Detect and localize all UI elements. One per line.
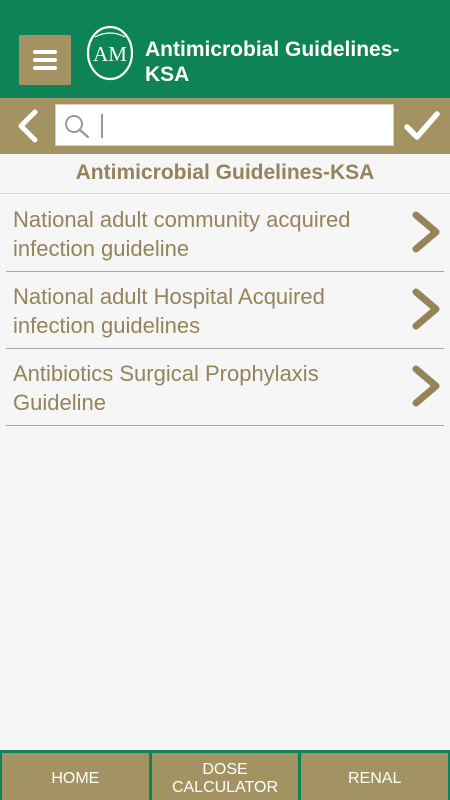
app-logo: AM — [86, 25, 134, 81]
back-button[interactable] — [10, 106, 46, 146]
section-title: Antimicrobial Guidelines-KSA — [0, 154, 450, 194]
hamburger-menu-icon — [33, 50, 57, 70]
confirm-button[interactable] — [402, 108, 442, 144]
app-header: AM Antimicrobial Guidelines-KSA — [0, 0, 450, 98]
logo-text: AM — [93, 42, 127, 66]
checkmark-icon — [404, 111, 440, 140]
list-item-label: National adult community acquired infect… — [13, 207, 351, 261]
chevron-left-icon — [18, 109, 38, 143]
home-button[interactable]: HOME — [2, 753, 149, 800]
list-item-label: National adult Hospital Acquired infecti… — [13, 284, 325, 338]
text-cursor — [101, 114, 103, 138]
menu-button[interactable] — [19, 35, 71, 85]
renal-button-label: RENAL — [347, 769, 402, 787]
list-item[interactable]: Antibiotics Surgical Prophylaxis Guideli… — [6, 349, 444, 426]
dose-calculator-button[interactable]: DOSE CALCULATOR — [151, 753, 299, 800]
search-box[interactable] — [55, 104, 394, 146]
list-item[interactable]: National adult Hospital Acquired infecti… — [6, 272, 444, 349]
search-icon — [65, 115, 90, 139]
chevron-right-icon — [412, 365, 440, 407]
renal-button[interactable]: RENAL — [301, 753, 449, 800]
list-item-label: Antibiotics Surgical Prophylaxis Guideli… — [13, 361, 319, 415]
search-toolbar — [0, 98, 450, 154]
list-item[interactable]: National adult community acquired infect… — [6, 195, 444, 272]
chevron-right-icon — [412, 211, 440, 253]
app-title: Antimicrobial Guidelines-KSA — [145, 38, 400, 86]
search-input[interactable] — [106, 105, 388, 145]
dose-calculator-button-label: DOSE CALCULATOR — [171, 760, 279, 796]
home-button-label: HOME — [51, 769, 100, 787]
guideline-list: National adult community acquired infect… — [0, 195, 450, 426]
bottom-navigation: HOME DOSE CALCULATOR RENAL — [0, 750, 450, 800]
chevron-right-icon — [412, 288, 440, 330]
